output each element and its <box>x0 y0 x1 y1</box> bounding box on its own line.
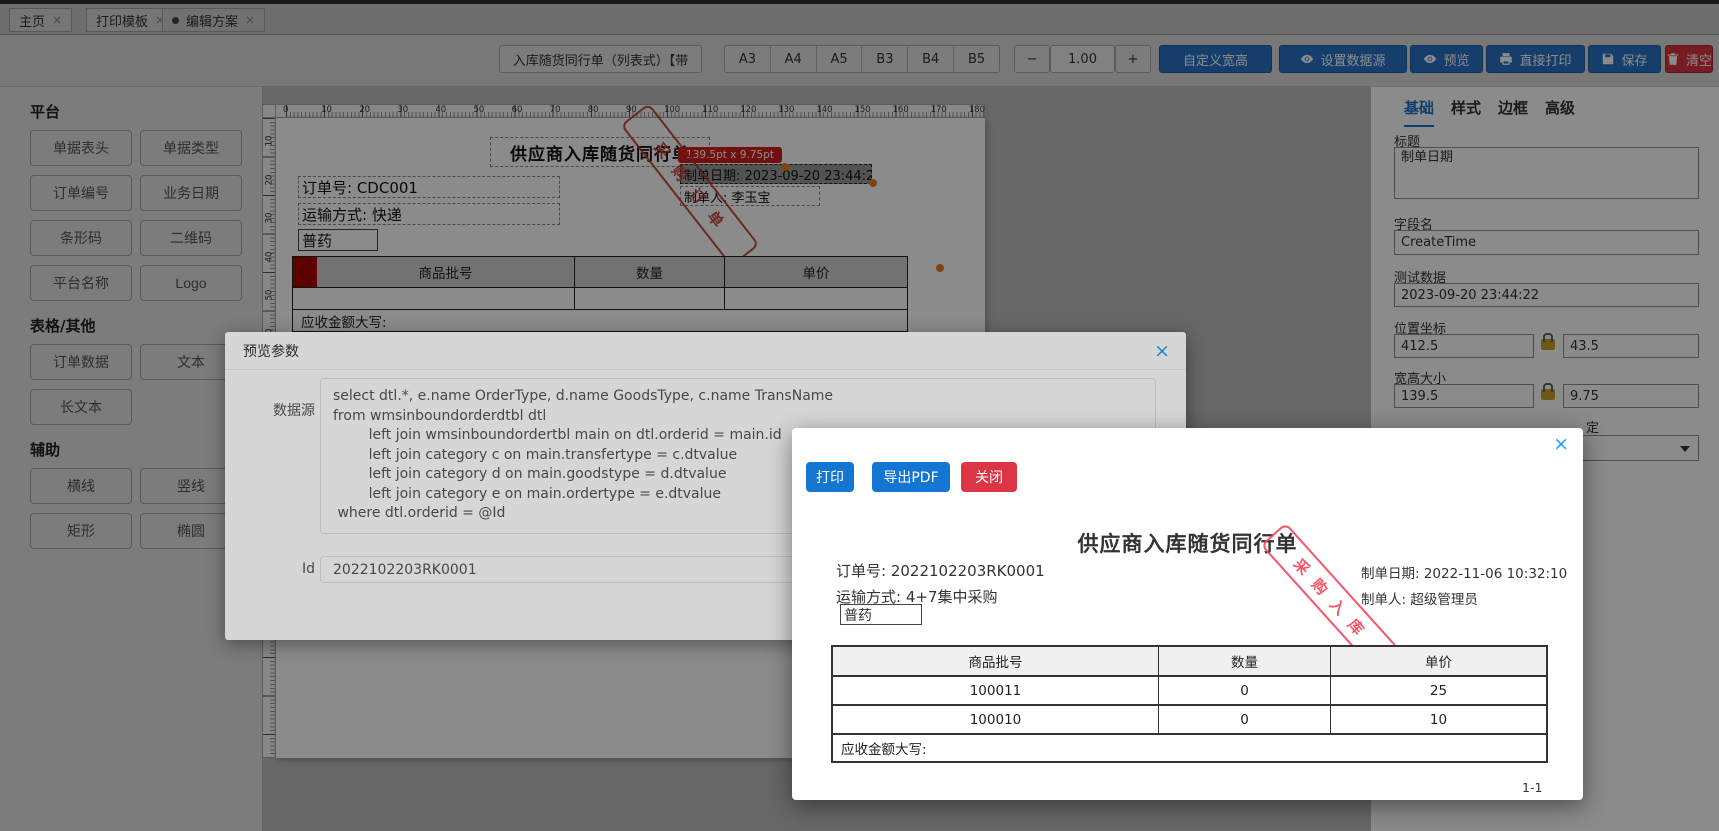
print-template-designer: 主页 × 打印模板 × 编辑方案 × 入库随货同行单（列表式）【带 A3 A4 A5… <box>0 0 1719 831</box>
qty-cell: 0 <box>1158 706 1330 733</box>
close-icon[interactable]: × <box>1553 435 1569 454</box>
report-col-qty: 数量 <box>1158 647 1330 675</box>
report-col-batch: 商品批号 <box>968 655 1023 671</box>
report-title: 供应商入库随货同行单 <box>1077 532 1298 556</box>
report-table: 商品批号 数量 单价 100011 0 25 100010 0 10 应收金额大… <box>831 645 1548 763</box>
report-table-row: 100010 0 10 <box>833 704 1546 733</box>
report-drug-type: 普药 <box>840 604 922 625</box>
report-page-number: 1-1 <box>1522 780 1543 795</box>
batch-cell: 100010 <box>969 711 1022 728</box>
close-button[interactable]: 关闭 <box>961 462 1017 492</box>
qty-cell: 0 <box>1158 677 1330 704</box>
report-maker: 制单人: 超级管理员 <box>1361 592 1478 608</box>
report-col-price: 单价 <box>1330 647 1546 675</box>
report-make-date: 制单日期: 2022-11-06 10:32:10 <box>1361 566 1568 582</box>
export-pdf-button[interactable]: 导出PDF <box>872 462 950 492</box>
print-preview-modal: × 打印 导出PDF 关闭 供应商入库随货同行单 订单号: 2022102203… <box>792 428 1583 800</box>
print-button[interactable]: 打印 <box>806 462 854 492</box>
report-table-footer: 应收金额大写: <box>833 733 1546 761</box>
report-order-no: 订单号: 2022102203RK0001 <box>836 562 1045 580</box>
report-table-row: 100011 0 25 <box>833 675 1546 704</box>
price-cell: 25 <box>1330 677 1546 704</box>
report-table-header-row: 商品批号 数量 单价 <box>833 647 1546 675</box>
batch-cell: 100011 <box>969 682 1022 699</box>
price-cell: 10 <box>1330 706 1546 733</box>
